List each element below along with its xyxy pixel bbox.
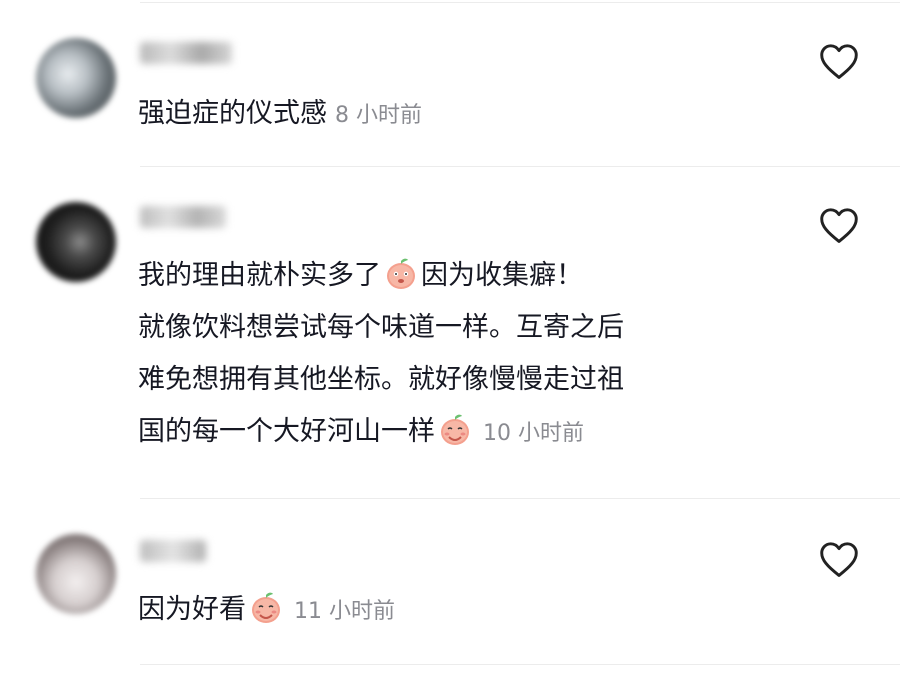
comment-text: 因为好看 11 小时前 [138,584,838,638]
comment-time: 10 小时前 [483,421,584,446]
comment-line: 因为收集癖！ [421,260,583,291]
username-blurred[interactable] [140,540,206,562]
avatar[interactable] [36,202,116,282]
peach-emoji-icon [437,411,473,447]
peach-emoji-icon [383,255,419,291]
divider [140,498,900,499]
like-button[interactable] [818,206,860,244]
comment-line: 因为好看 [138,594,246,625]
comment-text: 我的理由就朴实多了 因为收集癖！ 就像饮料想尝试每个味道一样。互寄之后 难免想拥有… [138,250,838,460]
comment-line: 强迫症的仪式感 [138,98,327,129]
comment-text: 强迫症的仪式感 8 小时前 [138,88,838,142]
peach-emoji-icon [248,589,284,625]
divider [140,2,900,3]
comment-time: 8 小时前 [335,103,422,128]
avatar[interactable] [36,38,116,118]
heart-outline-icon [820,542,858,577]
username-blurred[interactable] [140,42,232,64]
comment-line: 就像饮料想尝试每个味道一样。互寄之后 [138,312,624,343]
divider [140,166,900,167]
comment-line: 国的每一个大好河山一样 [138,416,435,447]
heart-outline-icon [820,44,858,79]
heart-outline-icon [820,208,858,243]
username-blurred[interactable] [140,206,226,228]
comment-line: 我的理由就朴实多了 [138,260,381,291]
like-button[interactable] [818,540,860,578]
comment-time: 11 小时前 [294,599,395,624]
comment-line: 难免想拥有其他坐标。就好像慢慢走过祖 [138,364,624,395]
avatar[interactable] [36,534,116,614]
like-button[interactable] [818,42,860,80]
divider [140,664,900,665]
